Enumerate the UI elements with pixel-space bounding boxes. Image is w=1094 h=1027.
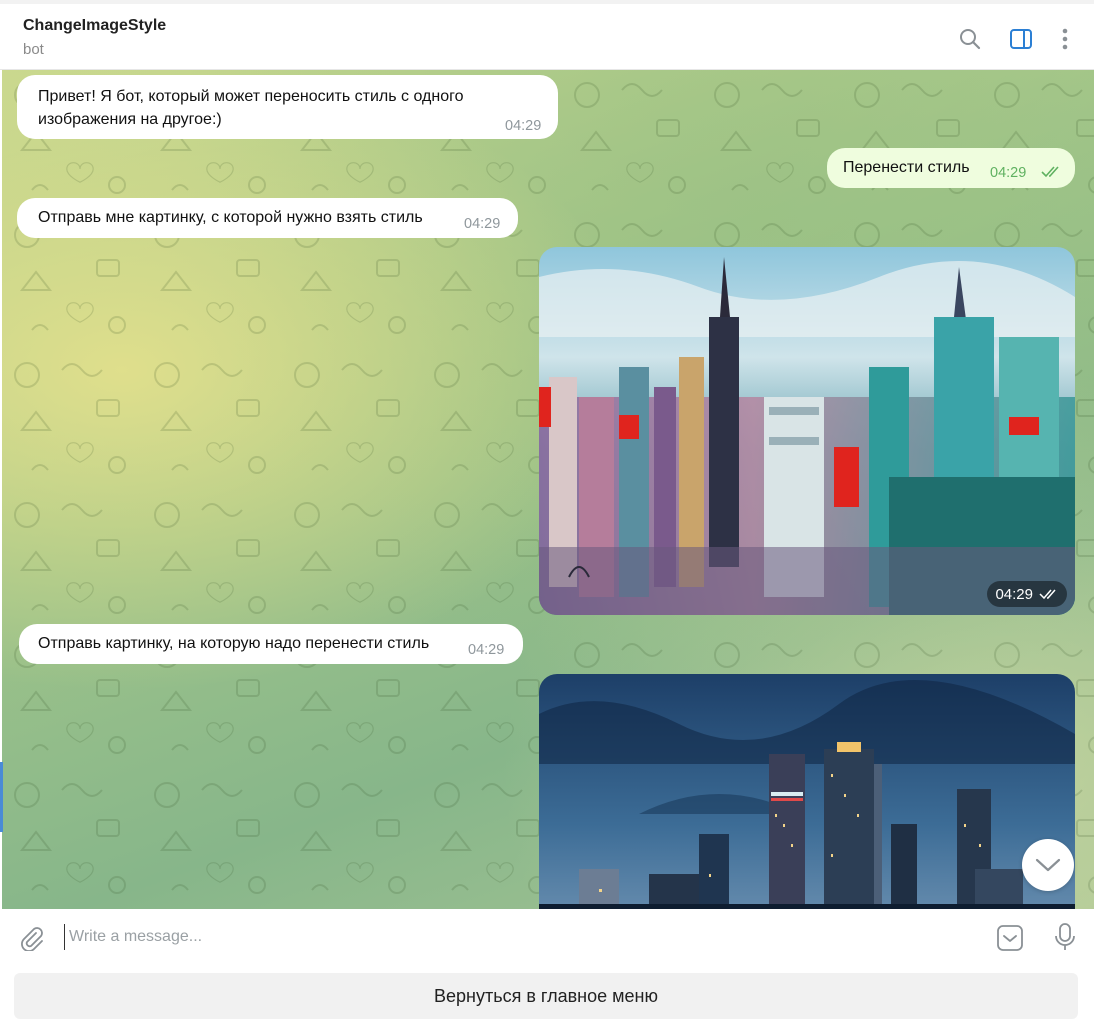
chat-header: ChangeImageStyle bot — [0, 0, 1094, 70]
message-time: 04:29 — [468, 642, 505, 658]
attach-icon[interactable] — [16, 923, 46, 953]
left-edge-accent — [0, 762, 3, 832]
incoming-message[interactable]: Отправь картинку, на которую надо перене… — [19, 624, 523, 664]
photo-message[interactable]: 04:29 — [539, 247, 1075, 615]
chevron-down-icon — [1035, 858, 1061, 872]
main-menu-button[interactable]: Вернуться в главное меню — [14, 973, 1078, 1019]
incoming-message[interactable]: Привет! Я бот, который может переносить … — [17, 75, 558, 139]
photo-timestamp: 04:29 — [987, 581, 1067, 607]
night-city-image — [539, 674, 1075, 909]
photo-message[interactable] — [539, 674, 1075, 909]
bot-keyboard: Вернуться в главное меню — [0, 967, 1094, 1027]
chat-subtitle: bot — [23, 41, 44, 58]
message-input[interactable] — [64, 924, 964, 950]
sidebar-toggle-icon[interactable] — [1008, 26, 1034, 52]
search-icon[interactable] — [957, 26, 983, 52]
message-list[interactable]: Привет! Я бот, который может переносить … — [2, 70, 1094, 909]
read-checkmarks-icon — [1041, 166, 1059, 178]
message-time: 04:29 — [995, 585, 1033, 603]
incoming-message[interactable]: Отправь мне картинку, с которой нужно вз… — [17, 198, 518, 238]
message-time: 04:29 — [990, 165, 1027, 181]
microphone-icon[interactable] — [1050, 921, 1080, 953]
message-composer — [0, 909, 1094, 967]
painted-city-image — [539, 247, 1075, 615]
more-vertical-icon[interactable] — [1052, 26, 1078, 52]
read-checkmarks-icon — [1039, 589, 1056, 599]
message-text: Привет! Я бот, который может переносить … — [38, 88, 464, 105]
message-text: изображения на другое:) — [38, 111, 222, 128]
bot-keyboard-icon[interactable] — [994, 922, 1026, 954]
scroll-to-bottom-button[interactable] — [1022, 839, 1074, 891]
message-time: 04:29 — [505, 118, 542, 134]
outgoing-message[interactable]: Перенести стиль 04:29 — [827, 148, 1075, 188]
message-text: Отправь картинку, на которую надо перене… — [38, 635, 430, 652]
message-text: Отправь мне картинку, с которой нужно вз… — [38, 209, 423, 226]
message-time: 04:29 — [464, 216, 501, 232]
message-text: Перенести стиль — [843, 159, 970, 176]
chat-title[interactable]: ChangeImageStyle — [23, 17, 166, 35]
